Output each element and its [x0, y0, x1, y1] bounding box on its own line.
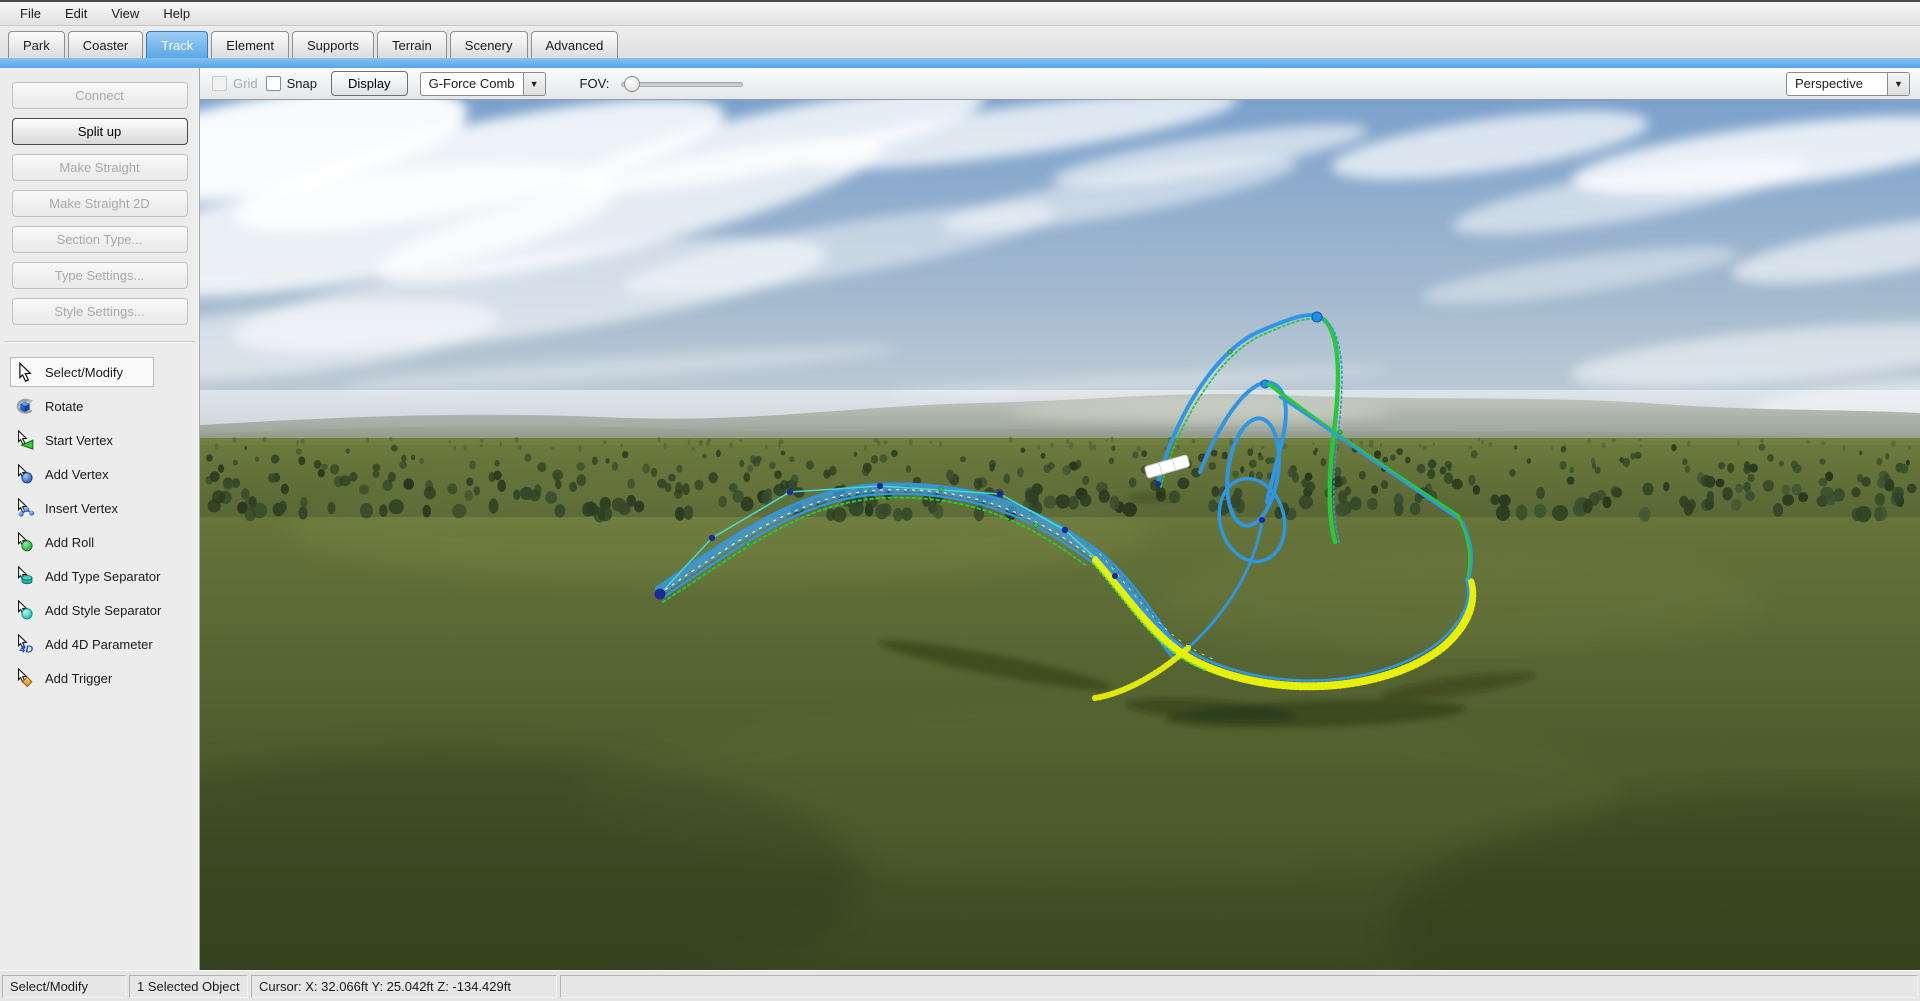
style-settings-button: Style Settings...	[12, 298, 188, 325]
tab-coaster[interactable]: Coaster	[68, 31, 144, 58]
snap-checkbox-box[interactable]	[266, 76, 281, 91]
status-cursor-coordinates: Cursor: X: 32.066ft Y: 25.042ft Z: -134.…	[251, 975, 557, 998]
tool-label: Add 4D Parameter	[45, 637, 153, 652]
tool-label: Add Trigger	[45, 671, 112, 686]
tool-rotate[interactable]: Rotate	[10, 391, 154, 421]
sidebar-separator	[4, 341, 195, 343]
chevron-down-icon[interactable]: ▼	[523, 73, 545, 95]
tab-terrain[interactable]: Terrain	[377, 31, 447, 58]
select-cursor-icon	[15, 362, 35, 382]
viewport-toolbar: Grid Snap Display G-Force Comb ▼ FOV: P	[200, 68, 1920, 100]
chevron-down-icon[interactable]: ▼	[1887, 73, 1909, 95]
grid-checkbox: Grid	[212, 76, 258, 91]
split-up-button[interactable]: Split up	[12, 118, 188, 145]
snap-checkbox-label: Snap	[287, 76, 317, 91]
tab-track[interactable]: Track	[146, 31, 208, 58]
start-vertex-icon	[15, 430, 35, 450]
tab-accent-strip	[0, 58, 1920, 68]
rotate-icon	[15, 396, 35, 416]
add-type-separator-icon	[15, 566, 35, 586]
tool-add-4d-parameter[interactable]: 4D Add 4D Parameter	[10, 629, 154, 659]
svg-text:4D: 4D	[19, 643, 34, 654]
add-4d-parameter-icon: 4D	[15, 634, 35, 654]
tool-select-modify[interactable]: Select/Modify	[10, 357, 154, 387]
tool-label: Add Type Separator	[45, 569, 160, 584]
add-trigger-icon	[15, 668, 35, 688]
3d-scene	[200, 100, 1920, 970]
insert-vertex-icon	[15, 498, 35, 518]
track-sidebar: Connect Split up Make Straight Make Straigh…	[0, 68, 200, 970]
tool-start-vertex[interactable]: Start Vertex	[10, 425, 154, 455]
grid-checkbox-box	[212, 76, 227, 91]
tab-supports[interactable]: Supports	[292, 31, 374, 58]
tool-label: Insert Vertex	[45, 501, 118, 516]
make-straight-button: Make Straight	[12, 154, 188, 181]
tool-label: Select/Modify	[45, 365, 123, 380]
tool-label: Add Roll	[45, 535, 94, 550]
tab-park[interactable]: Park	[8, 31, 65, 58]
menu-help[interactable]: Help	[151, 3, 202, 24]
add-vertex-icon	[15, 464, 35, 484]
fov-label: FOV:	[580, 76, 610, 91]
grid-checkbox-label: Grid	[233, 76, 258, 91]
add-roll-icon	[15, 532, 35, 552]
application-window: FileEditViewHelp ParkCoasterTrackElement…	[0, 0, 1920, 1001]
3d-viewport[interactable]	[200, 100, 1920, 970]
menu-edit[interactable]: Edit	[53, 3, 99, 24]
display-mode-combo[interactable]: G-Force Comb ▼	[420, 72, 546, 96]
fov-slider[interactable]	[621, 75, 743, 93]
display-button[interactable]: Display	[331, 71, 408, 96]
tool-list: Select/Modify Rotate Start Vertex Add Verte…	[0, 357, 199, 693]
section-type-button: Section Type...	[12, 226, 188, 253]
status-bar: Select/Modify 1 Selected Object Cursor: …	[0, 970, 1920, 1001]
tool-add-style-separator[interactable]: Add Style Separator	[10, 595, 154, 625]
type-settings-button: Type Settings...	[12, 262, 188, 289]
tab-scenery[interactable]: Scenery	[450, 31, 528, 58]
tool-add-vertex[interactable]: Add Vertex	[10, 459, 154, 489]
tool-add-roll[interactable]: Add Roll	[10, 527, 154, 557]
snap-checkbox[interactable]: Snap	[266, 76, 317, 91]
menu-bar: FileEditViewHelp	[0, 2, 1920, 26]
fov-slider-handle[interactable]	[624, 76, 640, 92]
tab-bar: ParkCoasterTrackElementSupportsTerrainSc…	[0, 26, 1920, 58]
menu-file[interactable]: File	[8, 3, 53, 24]
connect-button: Connect	[12, 82, 188, 109]
display-mode-value: G-Force Comb	[421, 76, 523, 91]
camera-mode-combo[interactable]: Perspective ▼	[1786, 72, 1910, 96]
add-style-separator-icon	[15, 600, 35, 620]
status-selection: 1 Selected Object	[129, 975, 248, 998]
tool-label: Add Vertex	[45, 467, 109, 482]
tool-label: Rotate	[45, 399, 83, 414]
status-mode: Select/Modify	[2, 975, 126, 998]
tool-insert-vertex[interactable]: Insert Vertex	[10, 493, 154, 523]
make-straight-2d-button: Make Straight 2D	[12, 190, 188, 217]
camera-mode-value: Perspective	[1787, 76, 1871, 91]
tool-add-trigger[interactable]: Add Trigger	[10, 663, 154, 693]
tool-label: Start Vertex	[45, 433, 113, 448]
menu-view[interactable]: View	[99, 3, 151, 24]
tool-label: Add Style Separator	[45, 603, 161, 618]
tool-add-type-separator[interactable]: Add Type Separator	[10, 561, 154, 591]
tab-element[interactable]: Element	[211, 31, 289, 58]
status-spacer	[560, 975, 1918, 998]
tab-advanced[interactable]: Advanced	[531, 31, 619, 58]
